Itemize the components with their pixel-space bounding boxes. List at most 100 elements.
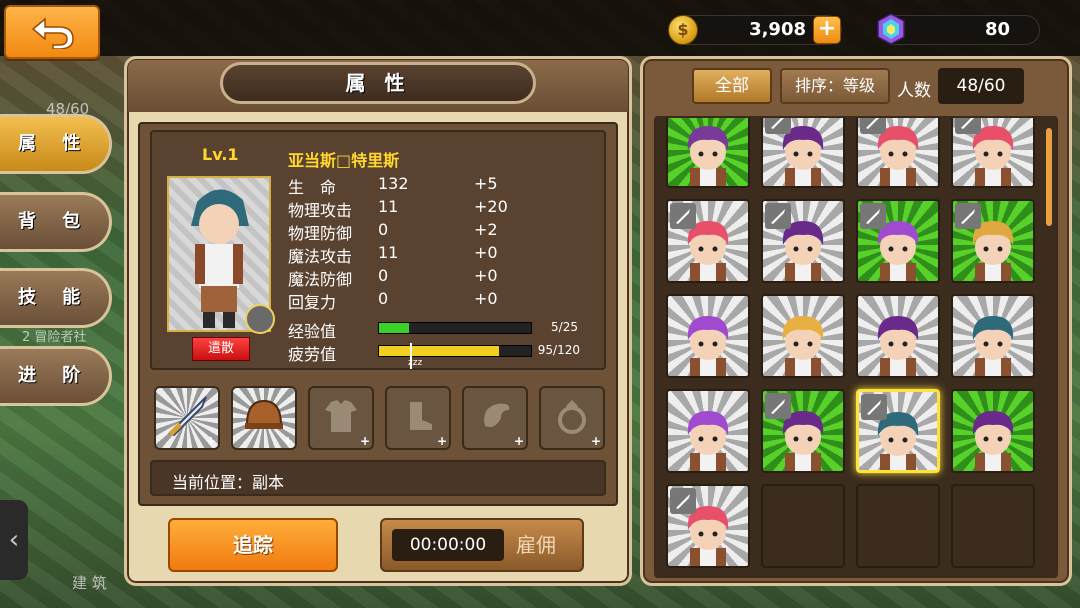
hero-avatar [877, 316, 919, 376]
gold-value: 3,908 [749, 19, 806, 40]
hero-card[interactable] [856, 294, 940, 378]
bg-building-text: 建 筑 [72, 574, 107, 592]
fatigue-text: 95/120 [537, 343, 580, 357]
stat-value: 11 [378, 243, 399, 262]
stat-row: 魔法防御 0 +0 [282, 266, 552, 289]
stat-row: 回复力 0 +0 [282, 289, 552, 312]
count-label: 人数 [897, 81, 931, 101]
filter-all-button[interactable]: 全部 [692, 68, 772, 104]
hero-card[interactable] [666, 389, 750, 473]
hero-card[interactable] [951, 294, 1035, 378]
tab-advance[interactable]: 进 阶 [0, 346, 112, 406]
sword-icon [955, 118, 981, 134]
hero-avatar [972, 411, 1014, 471]
stat-label: 生 命 [288, 178, 337, 197]
hero-card[interactable] [666, 294, 750, 378]
sword-icon [765, 203, 791, 229]
stat-bonus: +5 [474, 174, 498, 193]
gold-coin-icon: $ [668, 15, 698, 45]
back-arrow-icon [31, 17, 74, 49]
sort-button[interactable]: 排序：等级 [780, 68, 890, 104]
stat-label: 回复力 [288, 293, 337, 312]
add-gold-button[interactable]: + [813, 16, 841, 44]
stat-bonus: +0 [474, 243, 498, 262]
hero-card[interactable] [666, 199, 750, 283]
hero-card[interactable] [951, 199, 1035, 283]
stat-bonus: +0 [474, 289, 498, 308]
hire-button[interactable]: 00:00:00 雇佣 [380, 518, 584, 572]
equip-slot-cape[interactable]: + [462, 386, 528, 450]
hero-card[interactable] [856, 199, 940, 283]
tab-skills[interactable]: 技 能 [0, 268, 112, 328]
hero-level: Lv.1 [202, 145, 239, 164]
tab-backpack[interactable]: 背 包 [0, 192, 112, 252]
add-icon: + [205, 434, 216, 448]
dismiss-button[interactable]: 遣散 [192, 337, 250, 361]
stat-label: 魔法防御 [288, 270, 353, 289]
equip-slot-boots[interactable]: + [385, 386, 451, 450]
equip-slot-ring[interactable]: + [539, 386, 605, 450]
count-value: 48/60 [938, 68, 1024, 104]
stat-row: 物理攻击 11 +20 [282, 197, 552, 220]
hero-avatar [687, 411, 729, 471]
hero-name: 亚当斯□特里斯 [288, 151, 400, 170]
sword-icon [765, 393, 791, 419]
stat-row: 物理防御 0 +2 [282, 220, 552, 243]
stat-bonus: +2 [474, 220, 498, 239]
hero-card[interactable] [666, 118, 750, 188]
hero-list-scrollbar[interactable] [1046, 128, 1052, 226]
track-button[interactable]: 追踪 [168, 518, 338, 572]
cape-icon [475, 396, 515, 440]
hire-label: 雇佣 [516, 533, 556, 557]
hero-card[interactable] [761, 118, 845, 188]
hero-portrait[interactable] [167, 176, 275, 334]
equip-slot-armor[interactable]: + [308, 386, 374, 450]
hero-avatar [687, 316, 729, 376]
add-icon: + [282, 434, 293, 448]
stat-value: 0 [378, 289, 389, 308]
hero-grid-area [654, 116, 1058, 578]
hero-avatar [687, 126, 729, 186]
add-icon: + [590, 434, 601, 448]
fatigue-bar [378, 345, 532, 357]
sword-icon [670, 203, 696, 229]
sword-icon [860, 118, 886, 134]
location-text: 当前位置：副本 [172, 473, 285, 492]
sword-icon [955, 203, 981, 229]
stat-label: 魔法攻击 [288, 247, 353, 266]
back-button[interactable] [4, 5, 100, 59]
boots-icon [398, 396, 438, 440]
sword-icon [765, 118, 791, 134]
hero-card[interactable] [951, 389, 1035, 473]
stat-bonus: +20 [474, 197, 508, 216]
hero-card[interactable] [666, 484, 750, 568]
hero-card[interactable] [856, 118, 940, 188]
stat-value: 0 [378, 266, 389, 285]
hero-card[interactable] [761, 294, 845, 378]
ring-icon [552, 396, 592, 440]
fatigue-sleep-text: zzz [408, 358, 423, 368]
equip-slot-sword[interactable]: + [154, 386, 220, 450]
hero-avatar [972, 316, 1014, 376]
hero-card[interactable] [761, 199, 845, 283]
empty-hero-slot [951, 484, 1035, 568]
hire-timer: 00:00:00 [392, 529, 504, 561]
rainbow-gem-icon [876, 13, 906, 45]
panel-title-plate: 属 性 [220, 62, 536, 104]
sword-icon [861, 394, 887, 420]
tab-attributes[interactable]: 属 性 [0, 114, 112, 174]
stat-value: 0 [378, 220, 389, 239]
sword-icon [860, 203, 886, 229]
add-icon: + [359, 434, 370, 448]
gem-value: 80 [984, 19, 1010, 40]
stat-label: 物理防御 [288, 224, 353, 243]
hero-card[interactable] [761, 389, 845, 473]
hero-card[interactable] [856, 389, 940, 473]
left-scroll-arrow[interactable]: ‹ [0, 500, 28, 580]
sword-icon [670, 488, 696, 514]
stat-row: 魔法攻击 11 +0 [282, 243, 552, 266]
add-icon: + [436, 434, 447, 448]
hero-card[interactable] [951, 118, 1035, 188]
equip-slot-helmet[interactable]: + [231, 386, 297, 450]
stat-label: 物理攻击 [288, 201, 353, 220]
